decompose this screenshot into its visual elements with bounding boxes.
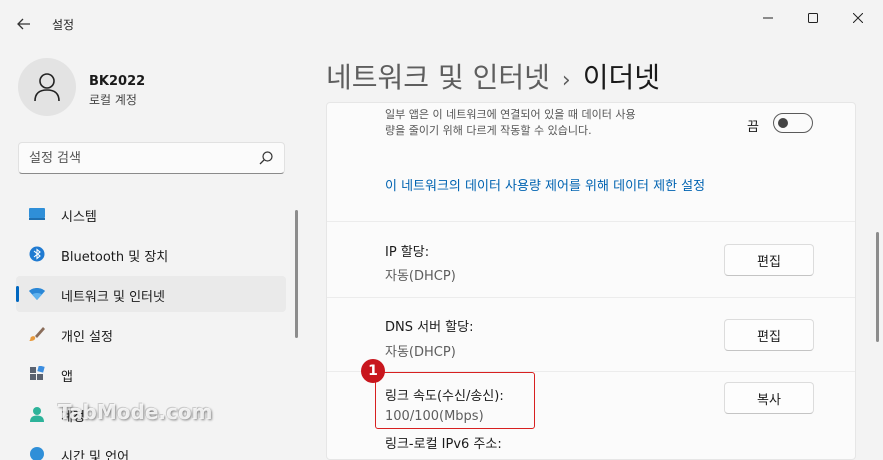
sidebar-item-apps[interactable]: 앱 bbox=[16, 356, 286, 392]
wifi-icon bbox=[29, 288, 45, 300]
sidebar-item-label: 개인 설정 bbox=[61, 330, 113, 345]
link-local-ipv6-label: 링크-로컬 IPv6 주소: bbox=[385, 437, 502, 452]
minimize-button[interactable] bbox=[748, 6, 788, 30]
user-profile[interactable]: BK2022 로컬 계정 bbox=[18, 58, 288, 118]
brush-icon bbox=[29, 327, 45, 341]
search-box[interactable] bbox=[18, 142, 285, 174]
ip-assignment-label: IP 할당: bbox=[385, 245, 430, 260]
dns-assignment-value: 자동(DHCP) bbox=[385, 345, 456, 360]
sidebar-item-personalization[interactable]: 개인 설정 bbox=[16, 316, 286, 352]
account-type: 로컬 계정 bbox=[89, 93, 137, 107]
copy-button[interactable]: 복사 bbox=[724, 382, 814, 414]
page-title: 이더넷 bbox=[582, 61, 660, 94]
sidebar-item-label: 시스템 bbox=[61, 210, 97, 225]
close-icon bbox=[853, 13, 863, 23]
metered-toggle-label: 끔 bbox=[747, 120, 759, 135]
maximize-button[interactable] bbox=[793, 6, 833, 30]
app-title: 설정 bbox=[52, 18, 75, 32]
user-icon bbox=[34, 73, 60, 102]
sidebar-item-label: 앱 bbox=[61, 370, 73, 385]
content-scrollbar[interactable] bbox=[876, 232, 879, 342]
sidebar-item-label: Bluetooth 및 장치 bbox=[61, 250, 169, 265]
sidebar-item-label: 네트워크 및 인터넷 bbox=[61, 290, 165, 305]
bluetooth-icon bbox=[29, 246, 45, 262]
metered-connection-toggle[interactable] bbox=[773, 113, 813, 133]
divider bbox=[327, 297, 855, 298]
avatar bbox=[18, 58, 76, 116]
breadcrumb-parent[interactable]: 네트워크 및 인터넷 bbox=[326, 61, 550, 94]
title-bar: 설정 bbox=[0, 0, 883, 46]
sidebar-item-system[interactable]: 시스템 bbox=[16, 196, 286, 232]
dns-assignment-label: DNS 서버 할당: bbox=[385, 320, 474, 335]
system-icon bbox=[29, 208, 45, 220]
back-button[interactable] bbox=[12, 12, 36, 36]
sidebar-item-time-language[interactable]: 시간 및 언어 bbox=[16, 436, 286, 460]
apps-icon bbox=[30, 366, 45, 380]
divider bbox=[327, 221, 855, 222]
close-button[interactable] bbox=[838, 6, 878, 30]
active-indicator bbox=[16, 286, 19, 302]
annotation-highlight-box bbox=[375, 372, 535, 429]
ip-assignment-value: 자동(DHCP) bbox=[385, 269, 456, 284]
breadcrumb: 네트워크 및 인터넷 › 이더넷 bbox=[326, 56, 660, 96]
sidebar-item-label: 시간 및 언어 bbox=[61, 450, 130, 460]
breadcrumb-separator: › bbox=[561, 68, 571, 93]
metered-description: 일부 앱은 이 네트워크에 연결되어 있을 때 데이터 사용량을 줄이기 위해 … bbox=[385, 108, 636, 137]
watermark: TabMode.com bbox=[58, 400, 213, 424]
profile-name: BK2022 bbox=[89, 74, 146, 89]
sidebar-item-network[interactable]: 네트워크 및 인터넷 bbox=[16, 276, 286, 312]
ip-edit-button[interactable]: 편집 bbox=[724, 244, 814, 276]
minimize-icon bbox=[763, 17, 773, 19]
sidebar-item-bluetooth[interactable]: Bluetooth 및 장치 bbox=[16, 236, 286, 272]
search-input[interactable] bbox=[19, 143, 249, 173]
back-arrow-icon bbox=[17, 18, 30, 30]
sidebar-scrollbar[interactable] bbox=[295, 210, 298, 338]
time-language-icon bbox=[30, 447, 44, 460]
search-icon[interactable] bbox=[258, 150, 274, 166]
annotation-badge: 1 bbox=[361, 359, 385, 383]
data-limit-link[interactable]: 이 네트워크의 데이터 사용량 제어를 위해 데이터 제한 설정 bbox=[385, 175, 705, 194]
account-icon bbox=[30, 407, 44, 422]
dns-edit-button[interactable]: 편집 bbox=[724, 319, 814, 351]
maximize-icon bbox=[808, 13, 818, 23]
toggle-knob bbox=[778, 118, 788, 128]
